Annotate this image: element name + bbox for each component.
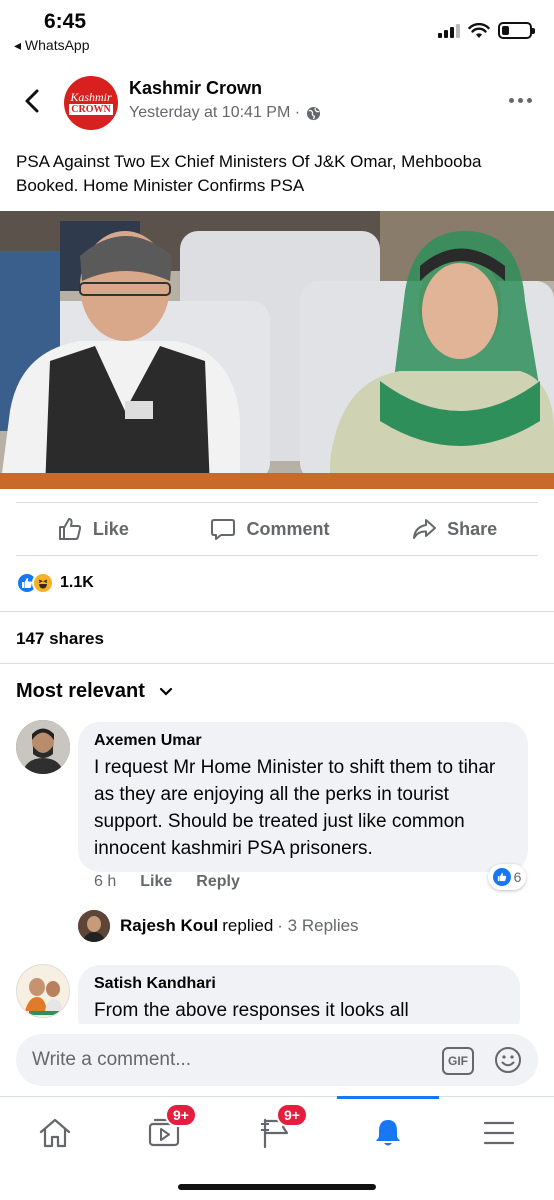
page-avatar[interactable]: Kashmir CROWN	[64, 76, 118, 130]
signal-icon	[438, 23, 460, 38]
replier-avatar	[78, 910, 110, 942]
post-photo-illustration	[0, 211, 554, 489]
bottom-nav: 9+ 9+	[0, 1096, 554, 1200]
like-button[interactable]: Like	[57, 516, 129, 542]
thumbs-up-icon	[58, 518, 81, 540]
like-label: Like	[92, 518, 129, 539]
comment-text: I request Mr Home Minister to shift them…	[94, 757, 496, 859]
battery-icon	[498, 22, 535, 39]
comment-input[interactable]	[32, 1049, 412, 1071]
sort-label: Most relevant	[16, 680, 145, 702]
back-to-app-link[interactable]: ◂ WhatsApp	[14, 37, 90, 54]
gif-button[interactable]: GIF	[442, 1047, 474, 1075]
battery-level	[502, 26, 509, 35]
comment-like-button[interactable]: Like	[140, 873, 172, 891]
nav-home[interactable]	[25, 1111, 85, 1155]
comment-composer-area: GIF	[0, 1024, 554, 1096]
haha-reaction-icon	[32, 572, 54, 594]
comment-meta: 6 h Like Reply	[94, 873, 240, 891]
divider	[0, 663, 554, 664]
nav-pages[interactable]: 9+	[246, 1103, 308, 1155]
comment-time: 6 h	[94, 873, 117, 890]
comment-text: From the above responses it looks all	[94, 1000, 409, 1021]
page-name[interactable]: Kashmir Crown	[129, 78, 262, 99]
hamburger-menu-icon	[483, 1121, 515, 1145]
emoji-icon[interactable]	[494, 1046, 522, 1074]
divider	[0, 611, 554, 612]
replier-name[interactable]: Rajesh Koul	[120, 916, 218, 936]
comment-button[interactable]: Comment	[210, 516, 330, 542]
replied-verb: replied	[222, 916, 274, 935]
post-header: Kashmir CROWN Kashmir Crown Yesterday at…	[0, 70, 554, 140]
commenter-avatar[interactable]	[16, 964, 70, 1018]
like-reaction-icon	[492, 868, 511, 886]
post-time-text: Yesterday at 10:41 PM ·	[129, 104, 301, 121]
home-indicator	[178, 1184, 376, 1190]
post-text: PSA Against Two Ex Chief Ministers Of J&…	[16, 152, 482, 195]
home-icon	[39, 1118, 71, 1148]
comment-author[interactable]: Satish Kandhari	[94, 975, 504, 993]
post-photo[interactable]	[0, 211, 554, 489]
comment-like-count: 6	[513, 869, 522, 885]
reaction-count: 1.1K	[60, 574, 94, 591]
back-arrow-icon[interactable]	[22, 88, 42, 114]
chevron-down-icon	[159, 687, 173, 696]
comment-sort-dropdown[interactable]: Most relevant	[16, 680, 173, 703]
active-tab-indicator	[337, 1096, 439, 1099]
page-logo-line1: Kashmir	[70, 90, 112, 104]
watch-badge: 9+	[165, 1103, 197, 1127]
reactions-summary[interactable]: 1.1K	[16, 572, 94, 594]
status-time: 6:45	[44, 10, 87, 33]
share-label: Share	[447, 518, 498, 539]
commenter-avatar[interactable]	[16, 720, 70, 774]
post-actions-bar: Like Comment Share	[16, 502, 538, 556]
comment-bubble-icon	[211, 519, 236, 540]
comment-label: Comment	[246, 518, 330, 539]
share-arrow-icon	[413, 519, 437, 539]
pages-badge: 9+	[276, 1103, 308, 1127]
comment-likes-badge[interactable]: 6	[488, 864, 526, 890]
share-button[interactable]: Share	[411, 516, 497, 542]
page-logo-line2: CROWN	[69, 104, 113, 115]
more-options-icon[interactable]	[509, 98, 532, 103]
nav-watch[interactable]: 9+	[135, 1103, 197, 1155]
wifi-icon	[468, 22, 490, 38]
nav-menu[interactable]	[469, 1111, 529, 1155]
globe-icon	[307, 106, 321, 120]
status-bar: 6:45 ◂ WhatsApp	[0, 0, 554, 58]
nav-notifications[interactable]	[358, 1111, 418, 1155]
shares-count[interactable]: 147 shares	[16, 629, 104, 649]
comment-reply-button[interactable]: Reply	[196, 873, 240, 891]
comment-bubble[interactable]: Axemen Umar I request Mr Home Minister t…	[78, 722, 528, 872]
post-timestamp: Yesterday at 10:41 PM ·	[129, 104, 321, 122]
comment-author[interactable]: Axemen Umar	[94, 732, 512, 750]
comment-composer: GIF	[16, 1034, 538, 1086]
replies-summary[interactable]: Rajesh Koul replied · 3 Replies	[78, 910, 359, 942]
bell-icon	[376, 1120, 400, 1146]
status-icons	[438, 22, 535, 39]
reply-count: · 3 Replies	[277, 916, 359, 935]
